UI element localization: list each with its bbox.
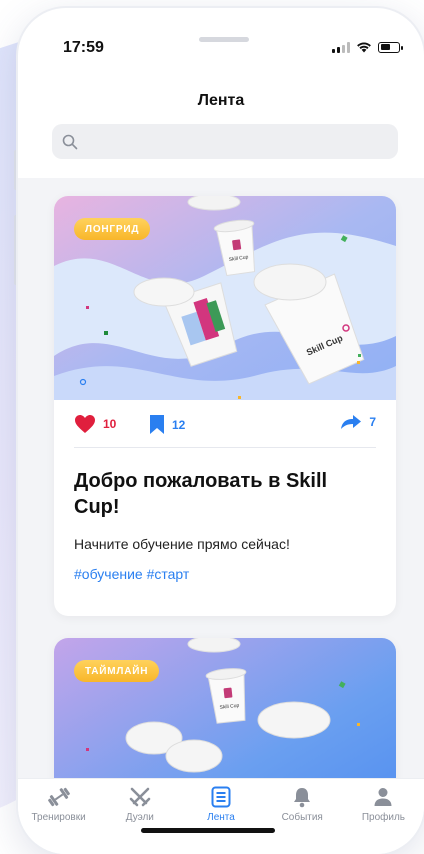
battery-icon bbox=[378, 41, 403, 53]
card-actions: 10 12 7 bbox=[74, 400, 376, 448]
share-button[interactable]: 7 bbox=[340, 414, 376, 430]
page-title: Лента bbox=[197, 92, 245, 109]
card-cover-image: Skill Cup Skill Cup ЛОНГРИД bbox=[54, 196, 396, 400]
tab-bar: Тренировки Дуэли Лента События Профиль bbox=[18, 778, 424, 854]
dumbbell-icon bbox=[47, 787, 70, 807]
search-icon bbox=[62, 134, 78, 149]
tab-duels[interactable]: Дуэли bbox=[99, 779, 180, 854]
card-title[interactable]: Добро пожаловать в Skill Cup! bbox=[74, 468, 376, 520]
search-bar[interactable] bbox=[52, 124, 398, 159]
bell-icon bbox=[294, 788, 311, 808]
crossed-swords-icon bbox=[129, 787, 151, 807]
card-description: Начните обучение прямо сейчас! bbox=[74, 536, 290, 552]
bookmark-count: 12 bbox=[172, 417, 186, 432]
status-bar: 17:59 bbox=[18, 8, 424, 78]
feed[interactable]: Skill Cup Skill Cup ЛОНГРИД 10 12 7 Добр… bbox=[18, 178, 424, 778]
tab-trainings[interactable]: Тренировки bbox=[18, 779, 99, 854]
status-time: 17:59 bbox=[63, 39, 104, 56]
search-input[interactable] bbox=[84, 133, 353, 150]
share-arrow-icon bbox=[341, 415, 362, 429]
share-count: 7 bbox=[369, 415, 376, 429]
card-tags[interactable]: #обучение #старт bbox=[74, 566, 376, 582]
tab-label: Профиль bbox=[361, 812, 405, 823]
tab-label: Тренировки bbox=[31, 812, 86, 823]
content-type-badge: ТАЙМЛАЙН bbox=[74, 660, 160, 682]
card-cover-image: Skill Cup ТАЙМЛАЙН bbox=[54, 638, 396, 778]
header: Лента bbox=[18, 78, 424, 178]
person-icon bbox=[374, 788, 392, 806]
feed-icon bbox=[211, 786, 231, 808]
speaker-notch bbox=[199, 37, 249, 42]
like-button[interactable]: 10 bbox=[74, 414, 116, 434]
bookmark-button[interactable]: 12 bbox=[149, 414, 185, 435]
heart-icon bbox=[75, 415, 95, 433]
tab-label: События bbox=[281, 812, 323, 823]
feed-card[interactable]: Skill Cup Skill Cup ЛОНГРИД 10 12 7 Добр… bbox=[54, 196, 396, 616]
tab-profile[interactable]: Профиль bbox=[343, 779, 424, 854]
feed-card[interactable]: Skill Cup ТАЙМЛАЙН bbox=[54, 638, 396, 778]
cover-illustration: Skill Cup bbox=[54, 638, 396, 778]
tab-label: Дуэли bbox=[125, 812, 154, 823]
tab-feed[interactable]: Лента bbox=[180, 779, 261, 854]
bookmark-icon bbox=[150, 415, 164, 434]
wifi-icon bbox=[357, 42, 371, 53]
tab-events[interactable]: События bbox=[262, 779, 343, 854]
home-indicator[interactable] bbox=[141, 828, 275, 833]
signal-icon bbox=[332, 41, 350, 53]
phone-frame: 17:59 Лента Skill Cup Skill Cup ЛОНГРИД … bbox=[18, 8, 424, 854]
tab-label: Лента bbox=[207, 812, 235, 823]
status-icons bbox=[332, 41, 403, 53]
content-type-badge: ЛОНГРИД bbox=[74, 218, 151, 240]
like-count: 10 bbox=[103, 417, 117, 431]
